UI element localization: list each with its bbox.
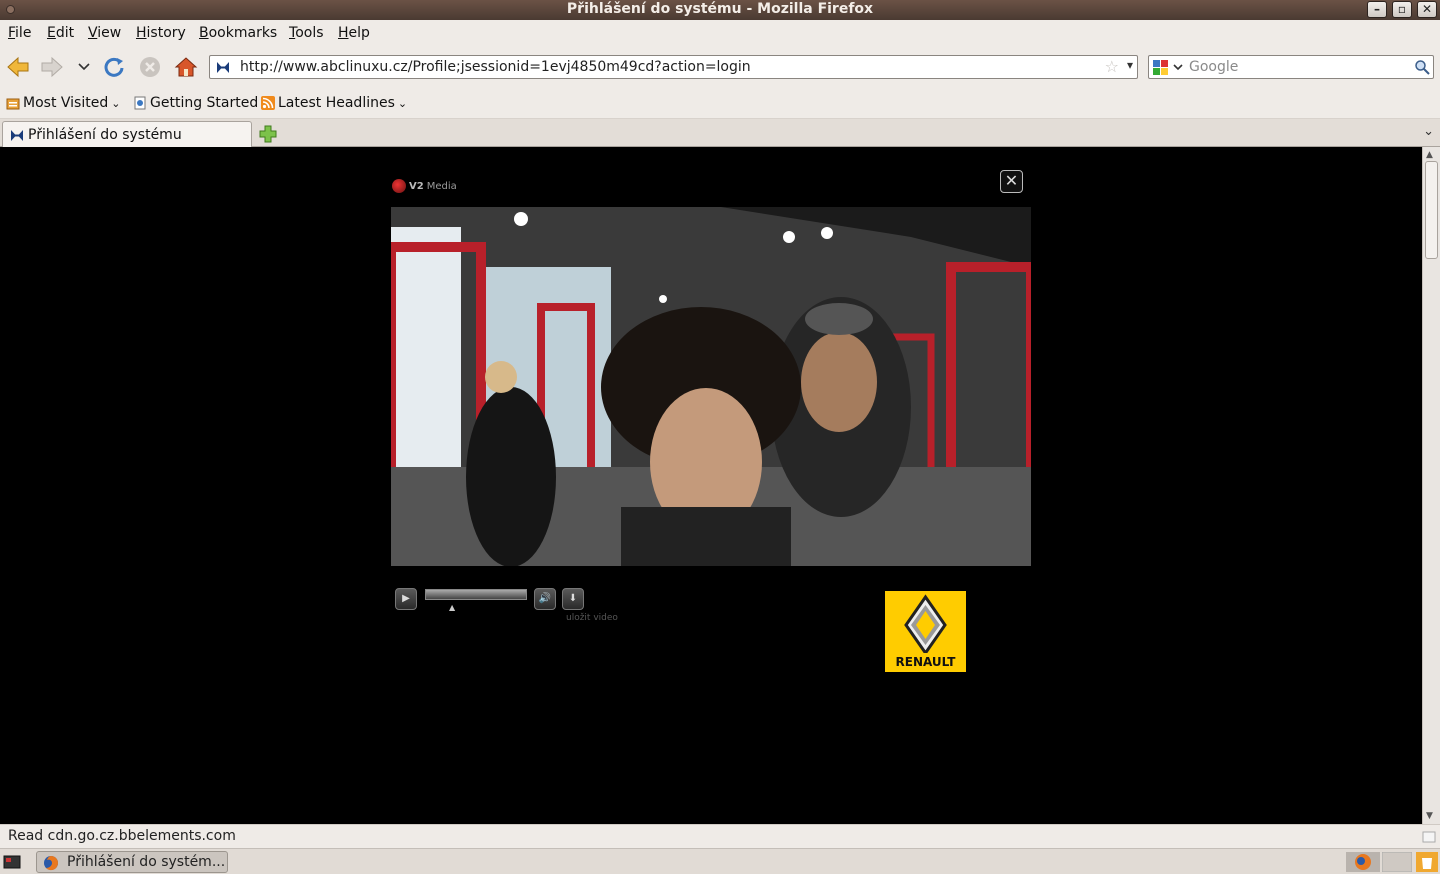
url-text[interactable]: http://www.abclinuxu.cz/Profile;jsession… [240,59,751,75]
menu-file[interactable]: File [8,25,31,41]
scroll-down-icon[interactable]: ▼ [1426,811,1433,821]
bookmark-label: Getting Started [150,95,259,111]
stop-icon[interactable] [138,55,162,79]
bookmark-latest-headlines[interactable]: Latest Headlines ⌄ [261,95,407,111]
tray-workspace-icon[interactable] [1382,852,1412,872]
resize-grip-icon[interactable] [1422,829,1436,843]
minimize-button[interactable]: – [1367,1,1387,18]
bookmark-most-visited[interactable]: Most Visited ⌄ [6,95,120,111]
chevron-down-icon: ⌄ [397,96,408,110]
scrollbar-thumb[interactable] [1425,161,1438,259]
brand-suffix: Media [426,180,457,192]
vertical-scrollbar[interactable]: ▲ ▼ [1422,147,1440,824]
video-progress-bar[interactable] [425,589,527,600]
status-bar: Read cdn.go.cz.bbelements.com [0,824,1440,848]
chevron-down-icon: ⌄ [111,96,121,110]
bookmark-label: Latest Headlines [278,95,395,111]
v2media-logo-icon [392,179,406,193]
menu-help[interactable]: Help [338,25,370,41]
home-icon[interactable] [174,55,198,79]
forward-icon[interactable] [40,55,64,79]
player-close-button[interactable]: ✕ [1000,170,1023,193]
menu-tools[interactable]: Tools [289,25,324,41]
volume-button[interactable]: 🔊 [534,588,556,610]
url-dropdown-icon[interactable]: ▾ [1127,58,1133,72]
page-icon [134,96,146,110]
url-bar[interactable]: http://www.abclinuxu.cz/Profile;jsession… [209,55,1138,79]
bookmark-getting-started[interactable]: Getting Started [133,95,258,111]
save-video-label[interactable]: uložit video [566,613,618,623]
renault-ad-banner[interactable]: RENAULT [885,591,966,672]
tab-list-chevron-icon[interactable]: ⌄ [1423,124,1434,139]
page-content: V2 Media ✕ ▶ ▲ 🔊 ⬇ uložit video RENAULT [0,147,1422,824]
player-brand-logo: V2 Media [392,179,457,193]
menu-history[interactable]: History [136,25,186,41]
menu-bookmarks[interactable]: Bookmarks [199,25,277,41]
history-dropdown-icon[interactable] [72,55,96,79]
tab-login[interactable]: Přihlášení do systému [2,121,252,148]
video-still-image [391,207,1031,566]
taskbar-firefox-window[interactable]: Přihlášení do systém... [36,851,228,873]
tab-bar: Přihlášení do systému ⌄ [0,119,1440,148]
menu-edit[interactable]: Edit [47,25,74,41]
search-bar[interactable]: Google [1148,55,1434,79]
tray-trash-icon[interactable] [1416,852,1438,872]
folder-icon [6,98,20,110]
window-title: Přihlášení do systému - Mozilla Firefox [566,1,874,17]
search-input[interactable]: Google [1189,59,1238,75]
window-titlebar: Přihlášení do systému - Mozilla Firefox … [0,0,1440,20]
download-button[interactable]: ⬇ [562,588,584,610]
tab-label: Přihlášení do systému [28,127,182,143]
play-button[interactable]: ▶ [395,588,417,610]
menu-view[interactable]: View [88,25,121,41]
renault-wordmark: RENAULT [895,655,956,669]
new-tab-icon[interactable] [258,124,278,144]
search-engine-icon[interactable] [1152,59,1186,76]
menu-bar: File Edit View History Bookmarks Tools H… [0,20,1440,47]
rss-feed-icon [261,96,275,110]
seek-handle-icon[interactable]: ▲ [449,603,455,612]
taskbar: Přihlášení do systém... [0,848,1440,874]
brand-prefix: V2 [409,180,424,192]
firefox-icon [44,856,59,871]
site-favicon-icon [11,130,23,141]
close-window-button[interactable]: ✕ [1417,1,1437,18]
site-favicon-icon [217,62,229,73]
bookmark-label: Most Visited [23,95,109,111]
maximize-button[interactable]: ▫ [1392,1,1412,18]
status-text: Read cdn.go.cz.bbelements.com [8,828,236,844]
search-icon[interactable] [1414,59,1430,75]
bookmark-star-icon[interactable]: ☆ [1105,57,1119,76]
back-icon[interactable] [6,55,30,79]
video-frame[interactable] [391,207,1031,566]
scroll-up-icon[interactable]: ▲ [1426,150,1433,160]
navigation-toolbar: http://www.abclinuxu.cz/Profile;jsession… [0,47,1440,87]
renault-logo-icon [904,594,947,656]
reload-icon[interactable] [102,55,126,79]
taskbar-window-label: Přihlášení do systém... [67,854,226,870]
show-desktop-icon[interactable] [3,854,21,870]
bookmarks-toolbar: Most Visited ⌄ Getting Started Latest He… [0,87,1440,119]
tray-firefox-icon[interactable] [1346,852,1380,872]
